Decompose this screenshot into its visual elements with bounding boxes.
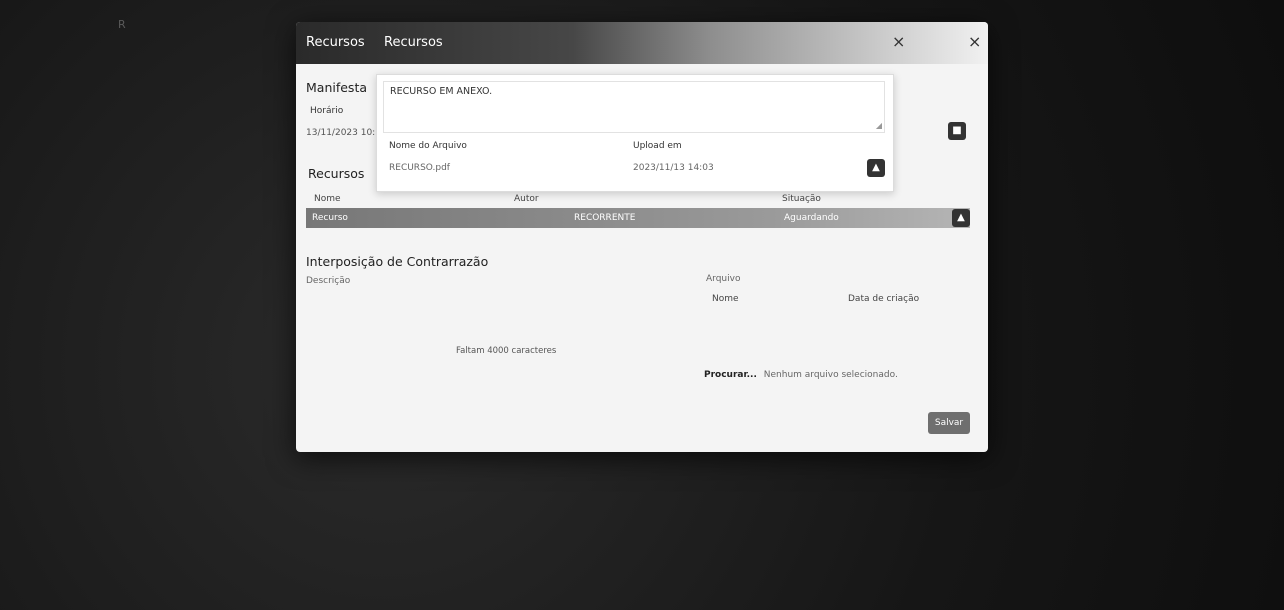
save-icon: ■ [952,125,962,136]
download-button[interactable]: ▲ [867,159,885,177]
side-action-button[interactable]: ■ [948,122,966,140]
inner-title-recursos: Recursos [384,35,443,50]
column-header-situacao: Situação [782,194,821,204]
recurso-text: RECURSO EM ANEXO. [390,86,493,97]
download-icon: ▲ [872,162,880,173]
manifest-section-title: Manifesta [306,80,368,95]
file-name-value[interactable]: RECURSO.pdf [389,163,450,173]
column-header-nome: Nome [314,194,341,204]
manifest-date: 13/11/2023 10: [306,128,376,138]
no-file-text: Nenhum arquivo selecionado. [763,370,898,380]
inner-recurso-dialog: RECURSO EM ANEXO. ◢ Nome do Arquivo Uplo… [376,74,894,192]
cell-situacao: Aguardando [784,213,839,223]
contrarrazao-section-title: Interposição de Contrarrazão [306,254,489,269]
download-icon: ▲ [957,212,965,223]
modal-title-recursos: Recursos [306,35,365,50]
table-row[interactable]: Recurso RECORRENTE Aguardando ▲ [306,208,970,228]
arquivo-nome-header: Nome [712,294,739,304]
arquivo-label: Arquivo [706,274,741,284]
file-name-label: Nome do Arquivo [389,141,467,151]
recursos-section-title: Recursos [308,166,365,181]
horario-label: Horário [310,106,344,116]
column-header-autor: Autor [514,194,539,204]
upload-date-label: Upload em [633,141,682,151]
modal-header: Recursos Recursos × × [296,22,988,64]
save-button[interactable]: Salvar [928,412,970,434]
file-input[interactable]: Procurar... Nenhum arquivo selecionado. [704,370,898,380]
row-action-button[interactable]: ▲ [952,209,970,227]
close-icon[interactable]: × [968,32,981,51]
cell-nome: Recurso [312,213,348,223]
upload-date-value: 2023/11/13 14:03 [633,163,714,173]
descricao-label: Descrição [306,276,351,286]
resize-grip-icon[interactable]: ◢ [876,121,882,130]
arquivo-data-header: Data de criação [848,294,920,304]
character-counter: Faltam 4000 caracteres [456,346,557,356]
background-text: R [118,18,126,31]
recurso-text-area[interactable]: RECURSO EM ANEXO. ◢ [383,81,885,133]
browse-button[interactable]: Procurar... [704,370,757,380]
recursos-modal: Recursos Recursos × × Manifesta Horário … [296,22,988,452]
cell-autor: RECORRENTE [574,213,636,223]
close-icon[interactable]: × [892,32,905,51]
